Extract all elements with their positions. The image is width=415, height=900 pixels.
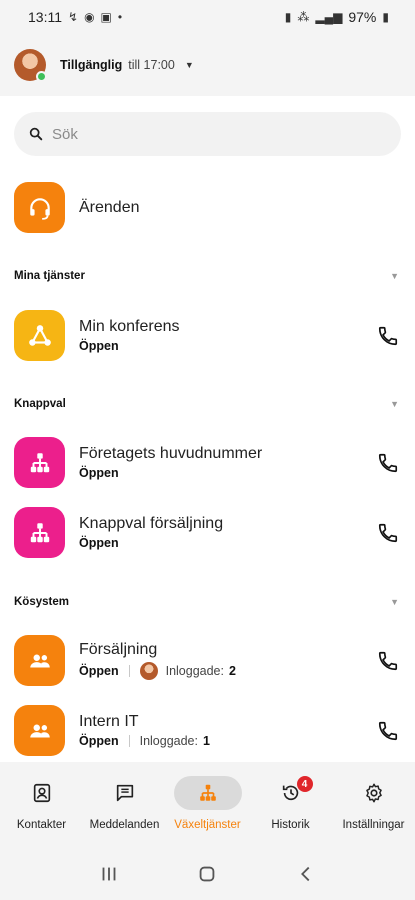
divider xyxy=(128,735,130,747)
org-tree-icon xyxy=(14,507,65,558)
divider xyxy=(128,665,130,677)
cases-title: Ärenden xyxy=(79,198,140,216)
section-button-choices[interactable]: Knappval ▼ xyxy=(14,398,399,410)
item-status: Öppen xyxy=(79,339,119,353)
item-title: Företagets huvudnummer xyxy=(79,445,263,462)
section-title: Knappval xyxy=(14,398,66,410)
nav-history[interactable]: 4 Historik xyxy=(249,776,332,831)
nav-settings[interactable]: Inställningar xyxy=(332,776,415,831)
app-header: Tillgänglig till 17:00 ▼ xyxy=(0,34,415,96)
org-tree-icon xyxy=(199,784,216,801)
nav-label: Kontakter xyxy=(16,819,67,831)
item-title: Intern IT xyxy=(79,713,139,730)
item-status: Öppen xyxy=(79,734,119,748)
section-queue-system[interactable]: Kösystem ▼ xyxy=(14,596,399,608)
list-item-queue-it[interactable]: Intern IT Öppen Inloggade: 1 xyxy=(14,705,401,756)
chevron-down-icon[interactable]: ▼ xyxy=(390,597,399,607)
search-bar[interactable] xyxy=(14,112,401,156)
battery-icon: ▮ xyxy=(382,10,389,24)
availability-status: Tillgänglig xyxy=(60,58,123,72)
whatsapp-icon: ◉ xyxy=(84,10,95,24)
recent-apps-icon[interactable] xyxy=(98,863,120,885)
status-time: 13:11 xyxy=(28,9,62,25)
notification-badge: 4 xyxy=(296,776,313,792)
section-title: Mina tjänster xyxy=(14,270,85,282)
headset-icon xyxy=(14,182,65,233)
bottom-nav: Kontakter Meddelanden Växeltjänster 4 Hi… xyxy=(0,762,415,848)
list-item-main-number[interactable]: Företagets huvudnummer Öppen xyxy=(14,437,401,488)
avatar[interactable] xyxy=(14,49,47,82)
chevron-down-icon[interactable]: ▼ xyxy=(390,271,399,281)
group-icon xyxy=(14,635,65,686)
shopping-bag-icon: ▣ xyxy=(100,10,112,24)
gear-icon xyxy=(365,783,382,803)
home-icon[interactable] xyxy=(196,863,218,885)
list-item-queue-sales[interactable]: Försäljning Öppen Inloggade: 2 xyxy=(14,635,401,686)
item-status: Öppen xyxy=(79,664,119,678)
phone-icon[interactable] xyxy=(377,720,399,742)
group-icon xyxy=(14,705,65,756)
item-status: Öppen xyxy=(79,466,119,480)
item-title: Knappval försäljning xyxy=(79,515,224,532)
phone-icon[interactable] xyxy=(377,522,399,544)
agent-avatar xyxy=(139,662,158,680)
nav-label: Växeltjänster xyxy=(174,819,241,831)
list-item-sales-choice[interactable]: Knappval försäljning Öppen xyxy=(14,507,401,558)
logged-in-count: 1 xyxy=(202,734,210,748)
logged-in-label: Inloggade: xyxy=(165,664,224,678)
back-icon[interactable] xyxy=(295,863,317,885)
list-item-conference[interactable]: Min konferens Öppen xyxy=(14,310,401,361)
system-nav-bar xyxy=(0,848,415,900)
phone-icon[interactable] xyxy=(377,452,399,474)
chevron-down-icon: ▼ xyxy=(184,60,194,70)
item-title: Min konferens xyxy=(79,318,180,335)
logged-in-count: 2 xyxy=(228,664,236,678)
search-icon xyxy=(29,127,43,141)
battery-percentage: 97% xyxy=(348,9,377,25)
nav-messages[interactable]: Meddelanden xyxy=(83,776,166,831)
org-tree-icon xyxy=(14,437,65,488)
availability-until: till 17:00 xyxy=(128,58,175,72)
conference-icon xyxy=(14,310,65,361)
chevron-down-icon[interactable]: ▼ xyxy=(390,399,399,409)
phone-icon[interactable] xyxy=(377,650,399,672)
vibrate-icon: ▮ xyxy=(284,10,292,24)
signal-icon: ▂▄▆ xyxy=(315,10,343,24)
nav-label: Inställningar xyxy=(342,819,405,831)
logged-in-label: Inloggade: xyxy=(139,734,198,748)
presence-online-indicator xyxy=(36,71,47,82)
item-title: Försäljning xyxy=(79,641,158,658)
section-my-services[interactable]: Mina tjänster ▼ xyxy=(14,270,399,282)
more-notifications-icon: • xyxy=(117,10,123,24)
message-icon xyxy=(116,784,133,802)
status-bar: 13:11 ↯ ◉ ▣ • ▮ ⁂ ▂▄▆ 97% ▮ xyxy=(0,0,415,34)
cases-item[interactable]: Ärenden xyxy=(14,182,401,233)
nav-switch-services[interactable]: Växeltjänster xyxy=(166,776,249,831)
section-title: Kösystem xyxy=(14,596,69,608)
nav-label: Historik xyxy=(271,819,310,831)
contact-card-icon xyxy=(33,783,50,803)
nav-label: Meddelanden xyxy=(89,819,160,831)
availability-selector[interactable]: Tillgänglig till 17:00 ▼ xyxy=(60,58,194,72)
phone-icon[interactable] xyxy=(377,325,399,347)
search-input[interactable] xyxy=(52,125,352,143)
wifi-calling-icon: ⁂ xyxy=(297,10,310,24)
item-status: Öppen xyxy=(79,536,119,550)
nav-contacts[interactable]: Kontakter xyxy=(0,776,83,831)
missed-call-icon: ↯ xyxy=(68,10,79,24)
